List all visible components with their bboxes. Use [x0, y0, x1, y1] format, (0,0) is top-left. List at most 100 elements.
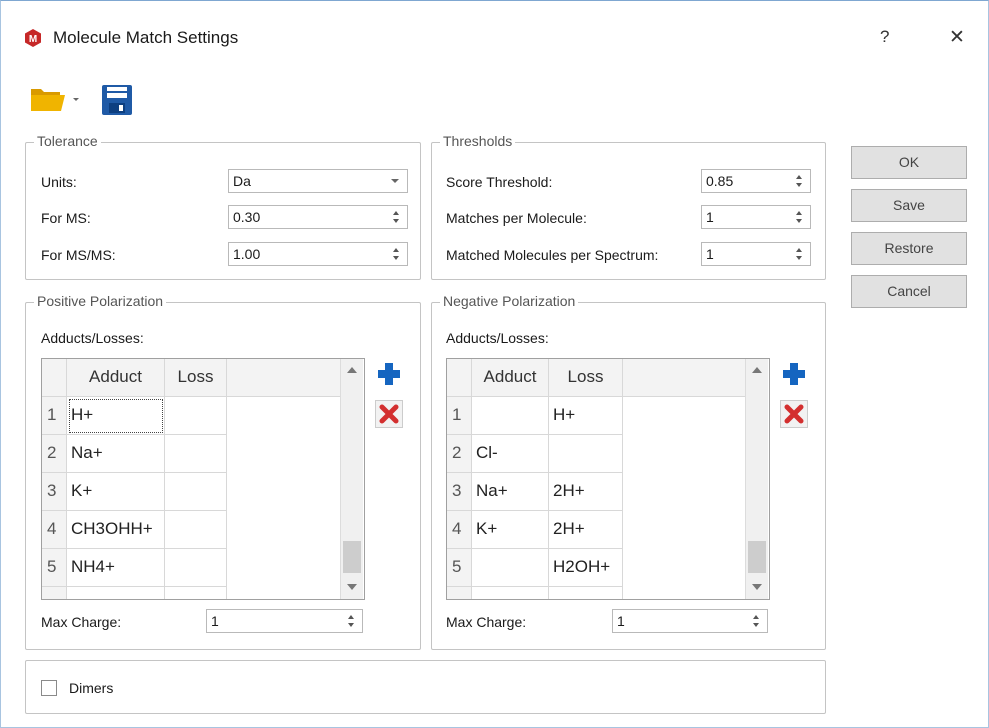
loss-cell[interactable]: [549, 435, 623, 473]
spin-arrows-icon[interactable]: [790, 170, 810, 192]
column-header-adduct[interactable]: Adduct: [472, 359, 549, 397]
chevron-down-icon[interactable]: [73, 98, 79, 101]
row-header-corner: [447, 359, 472, 397]
adduct-cell[interactable]: H+: [67, 397, 165, 435]
scroll-thumb[interactable]: [343, 541, 361, 573]
positive-max-charge-spinbox[interactable]: 1: [206, 609, 363, 633]
for-msms-spinbox[interactable]: 1.00: [228, 242, 408, 266]
for-msms-label: For MS/MS:: [41, 247, 116, 263]
spin-arrows-icon[interactable]: [387, 243, 407, 265]
row-number: 4: [447, 511, 472, 549]
positive-polarization-title: Positive Polarization: [34, 293, 167, 309]
spin-arrows-icon[interactable]: [747, 610, 767, 632]
loss-cell[interactable]: H+: [549, 397, 623, 435]
tolerance-title: Tolerance: [34, 133, 101, 149]
loss-cell[interactable]: [165, 435, 227, 473]
positive-table-scrollbar[interactable]: [340, 359, 363, 599]
spin-arrows-icon[interactable]: [790, 243, 810, 265]
adduct-cell[interactable]: [472, 549, 549, 587]
adduct-cell[interactable]: CH3OHH+: [67, 511, 165, 549]
add-adduct-button[interactable]: [375, 360, 403, 388]
folder-open-icon[interactable]: [30, 84, 66, 112]
score-threshold-label: Score Threshold:: [446, 174, 553, 190]
loss-cell[interactable]: 2H+: [549, 473, 623, 511]
negative-adducts-table[interactable]: Adduct Loss 1 H+ 2 Cl- 3 Na+ 2H+ 4 K+ 2H…: [446, 358, 770, 600]
add-adduct-button[interactable]: [780, 360, 808, 388]
adduct-cell[interactable]: Na+: [472, 473, 549, 511]
negative-max-charge-spinbox[interactable]: 1: [612, 609, 768, 633]
matched-molecules-spinbox[interactable]: 1: [701, 242, 811, 266]
scroll-thumb[interactable]: [748, 541, 766, 573]
positive-max-charge-label: Max Charge:: [41, 614, 122, 630]
row-number: 5: [447, 549, 472, 587]
adduct-cell[interactable]: NH4+: [67, 549, 165, 587]
matches-per-molecule-spinbox[interactable]: 1: [701, 205, 811, 229]
spin-arrows-icon[interactable]: [342, 610, 362, 632]
negative-table-scrollbar[interactable]: [745, 359, 768, 599]
for-ms-label: For MS:: [41, 210, 91, 226]
scroll-down-icon[interactable]: [347, 584, 357, 590]
row-number: 5: [42, 549, 67, 587]
loss-cell[interactable]: [165, 549, 227, 587]
loss-cell[interactable]: [165, 473, 227, 511]
loss-cell[interactable]: [165, 397, 227, 435]
row-number: 2: [42, 435, 67, 473]
scroll-up-icon[interactable]: [347, 367, 357, 373]
cancel-button[interactable]: Cancel: [851, 275, 967, 308]
adduct-cell[interactable]: K+: [472, 511, 549, 549]
loss-cell-partial[interactable]: [549, 587, 623, 599]
scroll-down-icon[interactable]: [752, 584, 762, 590]
spin-arrows-icon[interactable]: [790, 206, 810, 228]
adduct-cell-partial[interactable]: [67, 587, 165, 599]
dimers-group: [25, 660, 826, 714]
for-ms-value: 0.30: [233, 209, 261, 225]
for-ms-spinbox[interactable]: 0.30: [228, 205, 408, 229]
units-label: Units:: [41, 174, 77, 190]
units-value: Da: [233, 173, 251, 189]
adduct-cell[interactable]: K+: [67, 473, 165, 511]
delete-adduct-button[interactable]: [780, 400, 808, 428]
column-header-adduct[interactable]: Adduct: [67, 359, 165, 397]
positive-adducts-table[interactable]: Adduct Loss 1 H+ 2 Na+ 3 K+ 4 CH3OHH+ 5 …: [41, 358, 365, 600]
row-header-corner: [42, 359, 67, 397]
restore-button[interactable]: Restore: [851, 232, 967, 265]
column-header-loss[interactable]: Loss: [549, 359, 623, 397]
column-header-filler: [227, 359, 342, 397]
adduct-cell[interactable]: Na+: [67, 435, 165, 473]
row-number: 1: [447, 397, 472, 435]
dimers-checkbox[interactable]: [41, 680, 57, 696]
positive-adducts-label: Adducts/Losses:: [41, 330, 144, 346]
column-header-loss[interactable]: Loss: [165, 359, 227, 397]
units-combo[interactable]: Da: [228, 169, 408, 193]
matched-molecules-label: Matched Molecules per Spectrum:: [446, 247, 659, 263]
negative-max-charge-label: Max Charge:: [446, 614, 527, 630]
loss-cell[interactable]: [165, 511, 227, 549]
save-button[interactable]: Save: [851, 189, 967, 222]
score-threshold-value: 0.85: [706, 173, 734, 189]
for-msms-value: 1.00: [233, 246, 261, 262]
negative-max-charge-value: 1: [617, 613, 625, 629]
delete-adduct-button[interactable]: [375, 400, 403, 428]
ok-button[interactable]: OK: [851, 146, 967, 179]
row-number: 3: [42, 473, 67, 511]
negative-adducts-label: Adducts/Losses:: [446, 330, 549, 346]
help-button[interactable]: ?: [880, 27, 889, 47]
row-number-partial: [447, 587, 472, 599]
row-number: 4: [42, 511, 67, 549]
score-threshold-spinbox[interactable]: 0.85: [701, 169, 811, 193]
matched-molecules-value: 1: [706, 246, 714, 262]
scroll-up-icon[interactable]: [752, 367, 762, 373]
row-number: 1: [42, 397, 67, 435]
row-number: 2: [447, 435, 472, 473]
dimers-label[interactable]: Dimers: [69, 680, 113, 696]
loss-cell[interactable]: 2H+: [549, 511, 623, 549]
window-title: Molecule Match Settings: [53, 28, 239, 47]
spin-arrows-icon[interactable]: [387, 206, 407, 228]
adduct-cell[interactable]: Cl-: [472, 435, 549, 473]
adduct-cell-partial[interactable]: [472, 587, 549, 599]
loss-cell-partial[interactable]: [165, 587, 227, 599]
loss-cell[interactable]: H2OH+: [549, 549, 623, 587]
floppy-disk-icon[interactable]: [101, 84, 133, 116]
close-button[interactable]: ✕: [949, 26, 965, 49]
adduct-cell[interactable]: [472, 397, 549, 435]
